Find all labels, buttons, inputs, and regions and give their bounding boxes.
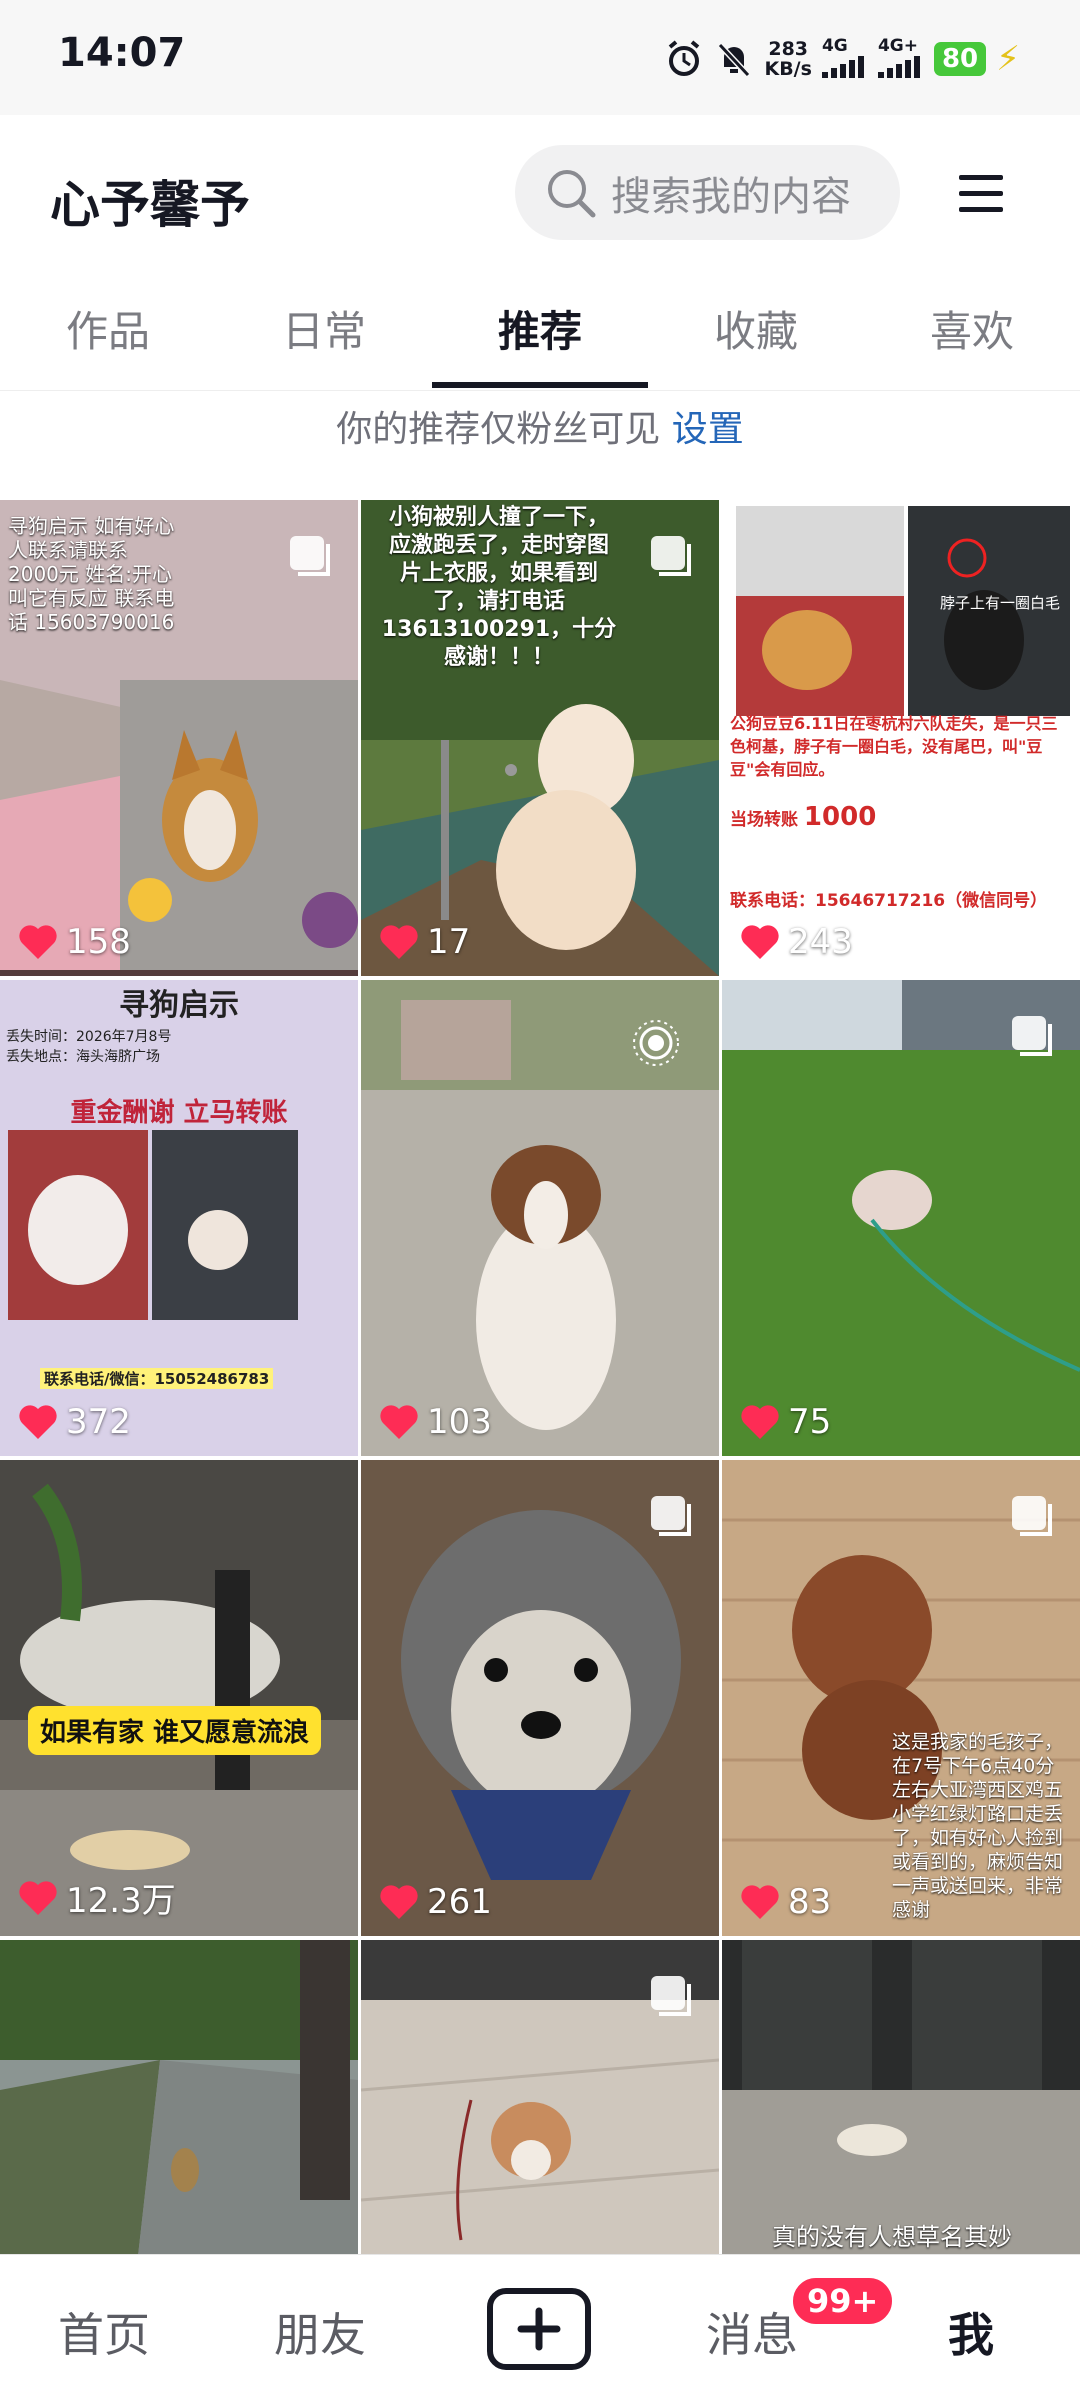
video-card[interactable]: 寻狗启示 如有好心人联系请联系 2000元 姓名:开心 叫它有反应 联系电话 1…	[0, 500, 358, 976]
net-speed: 283 KB/s	[764, 38, 812, 80]
video-card[interactable]: 小狗被别人撞了一下，应激跑丢了，走时穿图片上衣服，如果看到了，请打电话13613…	[361, 500, 719, 976]
poster-headline: 重金酬谢 立马转账	[70, 1098, 288, 1128]
like-count: 243	[740, 922, 853, 962]
video-card[interactable]: 如果有家 谁又愿意流浪 12.3万	[0, 1460, 358, 1936]
like-count: 261	[379, 1882, 492, 1922]
signal-4g: 4G	[821, 36, 868, 83]
multi-image-icon	[1012, 1496, 1052, 1536]
multi-image-icon	[1012, 1016, 1052, 1056]
heart-icon	[741, 1405, 779, 1439]
card-caption: 小狗被别人撞了一下，应激跑丢了，走时穿图片上衣服，如果看到了，请打电话13613…	[381, 505, 617, 670]
like-count: 158	[18, 922, 131, 962]
card-caption: 真的没有人想草名其妙	[772, 2223, 1012, 2251]
nav-friends[interactable]: 朋友	[274, 2299, 366, 2365]
video-card[interactable]	[361, 1940, 719, 2254]
signal-4g-plus: 4G+	[877, 36, 924, 83]
heart-icon	[380, 1885, 418, 1919]
mute-bell-icon	[718, 42, 751, 78]
content-tabs: 作品 日常 推荐 收藏 喜欢	[0, 270, 1080, 391]
video-card[interactable]: 这是我家的毛孩子，在7号下午6点40分左右大亚湾西区鸡五小学红绿灯路口走丢了，如…	[722, 1460, 1080, 1936]
like-count: 17	[379, 922, 470, 962]
heart-icon	[19, 1880, 57, 1915]
heart-icon	[19, 1405, 57, 1439]
heart-icon	[380, 925, 418, 959]
notice-text: 你的推荐仅粉丝可见	[336, 409, 661, 450]
battery-level: 80	[933, 42, 987, 76]
tab-recommend[interactable]: 推荐	[432, 298, 648, 359]
video-grid: 寻狗启示 如有好心人联系请联系 2000元 姓名:开心 叫它有反应 联系电话 1…	[0, 500, 1080, 2254]
poster-contact: 联系电话/微信：15052486783	[40, 1368, 274, 1389]
live-photo-icon	[633, 1020, 679, 1066]
multi-image-icon	[651, 536, 691, 576]
tab-favorites[interactable]: 收藏	[648, 298, 864, 359]
visibility-notice: 你的推荐仅粉丝可见 设置	[0, 400, 1080, 452]
multi-image-icon	[290, 536, 330, 576]
like-count: 75	[740, 1402, 831, 1442]
tab-daily[interactable]: 日常	[216, 298, 432, 359]
tab-likes[interactable]: 喜欢	[864, 298, 1080, 359]
active-tab-indicator	[432, 382, 648, 388]
settings-link[interactable]: 设置	[672, 409, 744, 450]
card-caption: 寻狗启示 如有好心人联系请联系 2000元 姓名:开心 叫它有反应 联系电话 1…	[8, 514, 175, 634]
username: 心予馨予	[50, 176, 250, 234]
like-count: 103	[379, 1402, 492, 1442]
video-card[interactable]	[0, 1940, 358, 2254]
search-placeholder: 搜索我的内容	[611, 173, 851, 220]
create-plus-button[interactable]	[486, 2287, 592, 2371]
heart-icon	[741, 1885, 779, 1919]
card-thumbnail	[0, 1940, 358, 2254]
video-card[interactable]: 75	[722, 980, 1080, 1456]
nav-home[interactable]: 首页	[58, 2299, 150, 2365]
poster-lost-time: 丢失时间：2026年7月8号	[6, 1029, 172, 1045]
heart-icon	[741, 925, 779, 959]
like-count: 83	[740, 1882, 831, 1922]
nav-me[interactable]: 我	[948, 2299, 994, 2365]
alarm-icon	[669, 40, 700, 76]
charging-icon: ⚡	[996, 39, 1020, 79]
video-card[interactable]: 寻狗启示 丢失时间：2026年7月8号 丢失地点：海头海脐广场 重金酬谢 立马转…	[0, 980, 358, 1456]
tab-works[interactable]: 作品	[0, 298, 216, 359]
status-time: 14:07	[58, 30, 186, 76]
multi-image-icon	[651, 1976, 691, 2016]
video-card[interactable]: 脖子上有一圈白毛 公狗豆豆6.11日在枣杭村六队走失，是一只三色柯基，脖子有一圈…	[722, 500, 1080, 976]
card-thumbnail	[0, 1460, 358, 1936]
heart-icon	[380, 1405, 418, 1439]
card-caption-sub: 脖子上有一圈白毛	[940, 594, 1061, 612]
video-card[interactable]: 103	[361, 980, 719, 1456]
nav-messages[interactable]: 消息	[706, 2299, 798, 2365]
poster-title: 寻狗启示	[119, 988, 239, 1023]
search-icon	[548, 169, 596, 217]
menu-icon[interactable]	[955, 165, 1011, 221]
video-card[interactable]: 261	[361, 1460, 719, 1936]
multi-image-icon	[651, 1496, 691, 1536]
status-icons: 283 KB/s 4G 4G+ 80 ⚡	[664, 34, 1020, 84]
card-thumbnail	[722, 1940, 1080, 2254]
like-count: 12.3万	[18, 1873, 176, 1922]
card-reward-line: 当场转账 1000	[730, 802, 877, 832]
card-caption: 公狗豆豆6.11日在枣杭村六队走失，是一只三色柯基，脖子有一圈白毛，没有尾巴，叫…	[730, 714, 1058, 779]
signal-bars-icon	[877, 55, 920, 78]
status-bar: 14:07 283 KB/s 4G 4G+ 80 ⚡	[0, 0, 1080, 115]
video-card[interactable]: 真的没有人想草名其妙	[722, 1940, 1080, 2254]
message-badge: 99+	[790, 2275, 896, 2327]
card-contact: 联系电话：15646717216（微信同号）	[730, 891, 1048, 911]
poster-lost-place: 丢失地点：海头海脐广场	[6, 1049, 160, 1065]
profile-header: 心予馨予 搜索我的内容	[0, 115, 1080, 265]
like-count: 372	[18, 1402, 131, 1442]
heart-icon	[19, 925, 57, 959]
bottom-nav: 首页 朋友 消息 99+ 我	[0, 2254, 1080, 2401]
card-caption: 这是我家的毛孩子，在7号下午6点40分左右大亚湾西区鸡五小学红绿灯路口走丢了，如…	[892, 1731, 1064, 1921]
signal-bars-icon	[821, 55, 864, 78]
search-input[interactable]: 搜索我的内容	[515, 145, 900, 240]
card-banner: 如果有家 谁又愿意流浪	[28, 1706, 322, 1755]
